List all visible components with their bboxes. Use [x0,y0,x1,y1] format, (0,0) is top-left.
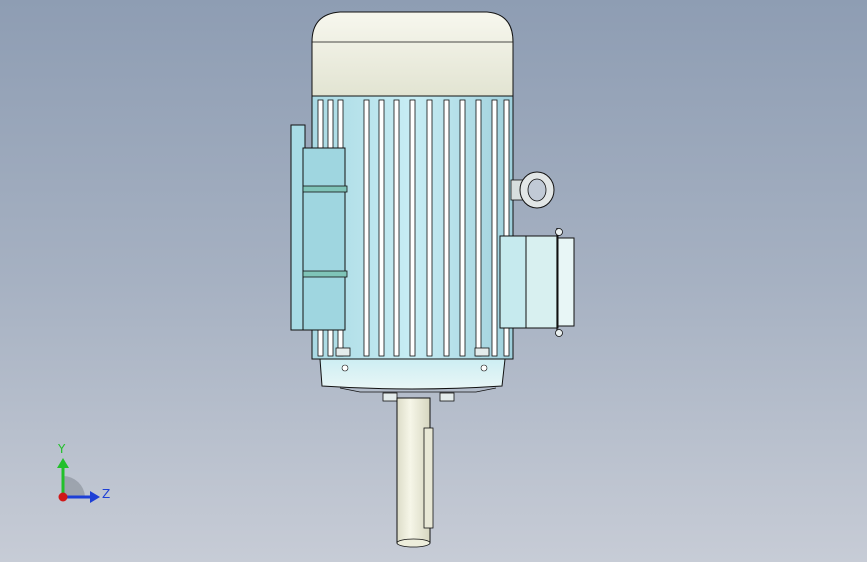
cooling-fin [393,99,400,357]
cooling-fin [443,99,450,357]
x-axis-icon [58,492,68,502]
fan-cover[interactable] [311,11,514,97]
terminal-box[interactable] [290,124,348,331]
graphics-viewport[interactable]: Y Z [0,0,867,562]
cable-gland[interactable] [499,228,575,337]
cooling-fin [491,99,498,357]
cooling-fin [459,99,466,357]
cooling-fin [409,99,416,357]
lifting-eye-bolt[interactable] [510,171,555,209]
cooling-fin [475,99,482,357]
cooling-fin [363,99,370,357]
y-axis-label: Y [58,442,66,456]
z-axis-label: Z [102,487,111,501]
cooling-fin [378,99,385,357]
end-shield-flange[interactable] [319,358,506,402]
output-shaft[interactable] [396,397,434,548]
triad-plane-icon [63,475,85,497]
cooling-fin [426,99,433,357]
orientation-triad [57,458,100,503]
motor-model[interactable] [0,0,867,562]
